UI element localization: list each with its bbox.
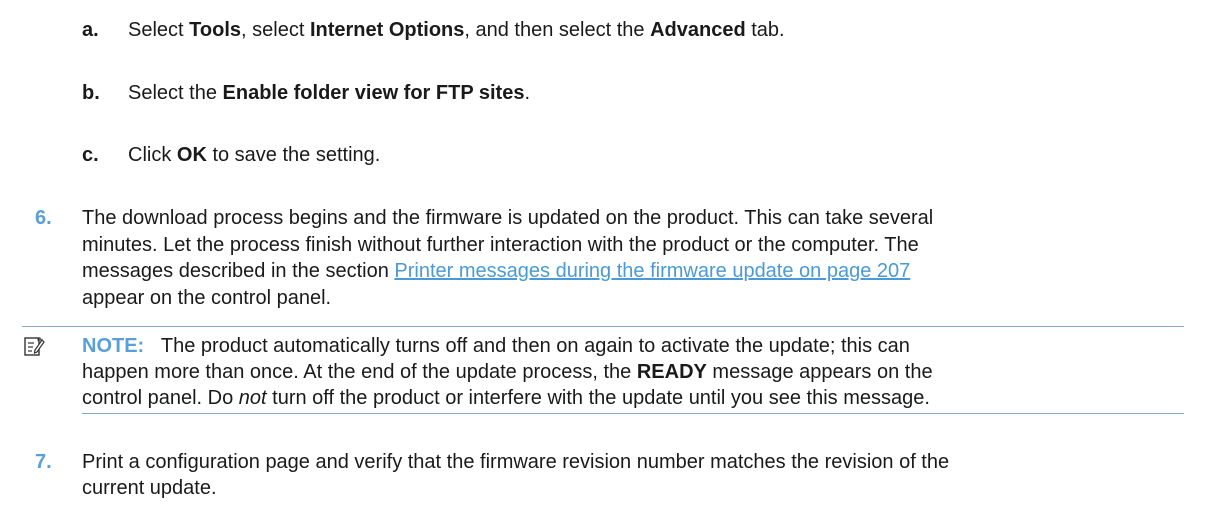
note-pencil-icon [24,337,45,356]
step-7-line-2: current update. [82,477,217,499]
note-top-rule [22,326,1184,327]
substep-letter-a: a. [82,19,99,41]
step-6-line-2: minutes. Let the process finish without … [82,234,919,256]
note-label: NOTE: [82,335,145,357]
step-6-line-1: The download process begins and the firm… [82,207,934,229]
substep-letter-b: b. [82,82,100,104]
step-6-number: 6. [35,207,52,229]
step-7-line-1: Print a configuration page and verify th… [82,451,950,473]
note-bottom-rule [82,413,1184,414]
note-line-3: control panel. Do not turn off the produ… [82,387,930,409]
substep-a-text: Select Tools, select Internet Options, a… [128,19,785,41]
step-7-number: 7. [35,451,52,473]
substep-b-text: Select the Enable folder view for FTP si… [128,82,531,104]
step-6-line-4: appear on the control panel. [82,287,332,309]
note-line-2: happen more than once. At the end of the… [82,361,933,383]
note-line-1: NOTE: The product automatically turns of… [82,335,910,357]
step-6-line-3: messages described in the section Printe… [82,260,911,282]
substep-c-text: Click OK to save the setting. [128,144,381,166]
substep-letter-c: c. [82,144,99,166]
firmware-messages-link[interactable]: Printer messages during the firmware upd… [394,260,910,282]
